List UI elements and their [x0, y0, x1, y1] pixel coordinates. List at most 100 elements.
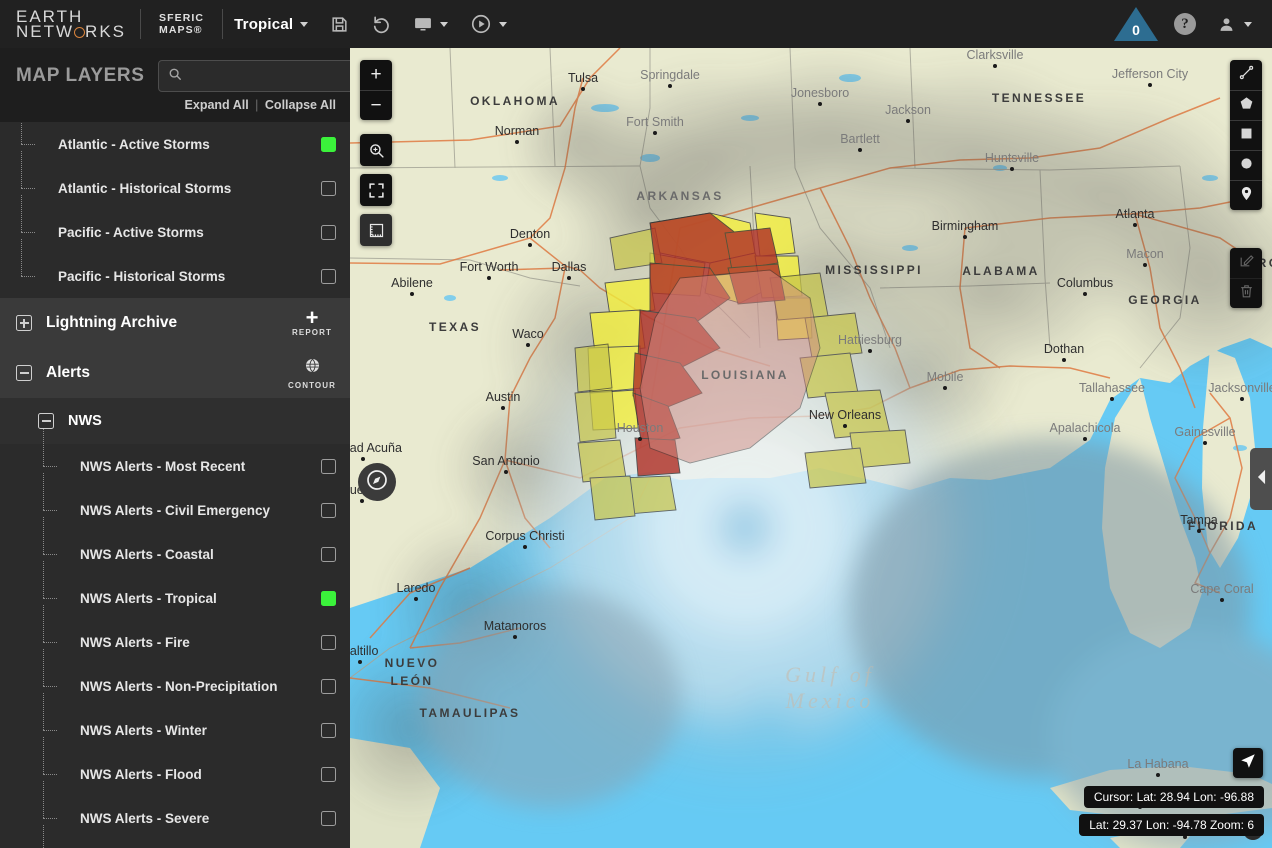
map-city-dot	[358, 660, 362, 664]
zoom-controls[interactable]: + −	[360, 60, 392, 120]
locate-me-button[interactable]	[1233, 748, 1263, 778]
nws-layer-item[interactable]: NWS Alerts - Fire	[0, 605, 350, 664]
storm-layer-item[interactable]: Pacific - Historical Storms	[0, 239, 350, 298]
help-button[interactable]: ?	[1174, 13, 1196, 35]
tree-connector	[0, 561, 80, 615]
map-city-label: Bartlett	[840, 132, 880, 146]
undo-button[interactable]	[360, 0, 402, 48]
alerts-contour-button[interactable]: CONTOUR	[288, 357, 336, 390]
weather-map[interactable]: OKLAHOMA TEXAS ARKANSAS TENNESSEE MISSISSIPP…	[350, 48, 1272, 848]
lightning-archive-title: Lightning Archive	[46, 314, 178, 331]
nws-layer-item[interactable]: NWS Alerts - Coastal	[0, 517, 350, 576]
compass-icon	[365, 468, 389, 497]
lightning-archive-header[interactable]: Lightning Archive + REPORT	[0, 298, 350, 348]
collapse-minus-icon[interactable]	[38, 413, 54, 429]
layer-checkbox[interactable]	[321, 590, 336, 606]
layer-checkbox[interactable]	[321, 546, 336, 562]
map-city-label: Fort Smith	[626, 115, 684, 129]
display-settings-menu[interactable]	[402, 0, 459, 48]
nws-layer-item[interactable]: NWS Alerts - Winter	[0, 693, 350, 752]
layer-checkbox[interactable]	[321, 634, 336, 650]
map-state-label: TEXAS	[428, 320, 482, 334]
product-line-2: MAPS®	[159, 24, 203, 36]
nws-layer-item[interactable]: NWS Alerts - Non-Precipitation	[0, 649, 350, 708]
alerts-header[interactable]: Alerts CONTOUR	[0, 348, 350, 398]
map-city-label: Macon	[1126, 247, 1164, 261]
zoom-in-button[interactable]: +	[360, 60, 392, 90]
layer-checkbox[interactable]	[321, 502, 336, 518]
right-panel-toggle[interactable]	[1250, 448, 1272, 510]
nws-layer-item[interactable]: NWS Alerts - Flood	[0, 737, 350, 796]
lightning-report-button[interactable]: + REPORT	[288, 306, 336, 337]
monitor-icon	[413, 14, 433, 34]
fullscreen-button[interactable]	[360, 174, 392, 206]
collapse-all-link[interactable]: Collapse All	[265, 98, 336, 112]
map-city-label: Tampa	[1180, 513, 1218, 527]
map-city-label: Atlanta	[1115, 207, 1155, 221]
nws-layer-item[interactable]: NWS Alerts - Severe	[0, 781, 350, 840]
map-city-label: Jonesboro	[790, 86, 850, 100]
map-city-dot	[513, 635, 517, 639]
layer-checkbox[interactable]	[321, 224, 336, 240]
expand-all-link[interactable]: Expand All	[185, 98, 249, 112]
layer-checkbox[interactable]	[321, 136, 336, 152]
alert-count-badge[interactable]: 0	[1114, 7, 1158, 41]
layer-checkbox[interactable]	[321, 180, 336, 196]
nws-layer-item[interactable]: NWS Alerts - Most Recent	[0, 429, 350, 488]
storm-layer-item[interactable]: Atlantic - Historical Storms	[0, 151, 350, 210]
map-city-label: La Habana	[1127, 757, 1189, 771]
layer-checkbox[interactable]	[321, 678, 336, 694]
storm-layer-item[interactable]: Atlantic - Active Storms	[0, 122, 350, 166]
expand-plus-icon[interactable]	[16, 315, 32, 331]
layer-checkbox[interactable]	[321, 722, 336, 738]
draw-circle-icon	[1238, 155, 1255, 177]
tree-connector	[0, 737, 80, 791]
map-city-dot	[1203, 441, 1207, 445]
draw-circle-button[interactable]	[1230, 150, 1262, 180]
draw-marker-button[interactable]	[1230, 180, 1262, 210]
compass-button[interactable]	[358, 463, 396, 501]
locate-arrow-icon	[1239, 752, 1257, 775]
layer-checkbox[interactable]	[321, 766, 336, 782]
layer-tree[interactable]: Atlantic - Active Storms Atlantic - Histo…	[0, 122, 350, 848]
nws-header[interactable]: NWS	[0, 398, 350, 444]
map-city-label: Fort Worth	[459, 260, 519, 274]
delete-shape-button[interactable]	[1230, 278, 1262, 308]
edit-shape-button[interactable]	[1230, 248, 1262, 278]
measure-tool-button[interactable]	[360, 214, 392, 246]
nws-layer-item[interactable]: NWS Alerts - Tropical	[0, 561, 350, 620]
nws-layer-item[interactable]: NWS Alerts - Civil Emergency	[0, 473, 350, 532]
map-city-dot	[414, 597, 418, 601]
map-city-dot	[1220, 598, 1224, 602]
view-selector[interactable]: Tropical	[223, 0, 319, 48]
edit-tools-toolbar[interactable]	[1230, 248, 1262, 308]
zoom-out-button[interactable]: −	[360, 90, 392, 120]
draw-line-button[interactable]	[1230, 60, 1262, 90]
search-input[interactable]	[189, 68, 350, 84]
map-city-dot	[487, 276, 491, 280]
draw-polygon-button[interactable]	[1230, 90, 1262, 120]
map-city-dot	[528, 243, 532, 247]
draw-tools-toolbar[interactable]	[1230, 60, 1262, 210]
zoom-search-button[interactable]	[360, 134, 392, 166]
draw-rectangle-button[interactable]	[1230, 120, 1262, 150]
map-city-dot	[843, 424, 847, 428]
map-city-dot	[360, 499, 364, 503]
map-city-label: Hattiesburg	[838, 333, 902, 347]
collapse-minus-icon[interactable]	[16, 365, 32, 381]
animation-play-menu[interactable]	[459, 0, 518, 48]
map-city-dot	[818, 102, 822, 106]
layer-search-box[interactable]	[158, 60, 350, 92]
layer-checkbox[interactable]	[321, 810, 336, 826]
map-state-label: LEÓN	[390, 674, 434, 688]
map-city-label: Mobile	[926, 370, 964, 384]
map-state-label: OKLAHOMA	[470, 94, 560, 108]
storm-layer-items: Atlantic - Active Storms Atlantic - Histo…	[0, 122, 350, 298]
user-account-menu[interactable]	[1218, 16, 1252, 33]
storm-layer-item[interactable]: Pacific - Active Storms	[0, 195, 350, 254]
save-button[interactable]	[319, 0, 360, 48]
earth-networks-logo[interactable]: EARTH NETW RKS	[0, 0, 140, 48]
layer-checkbox[interactable]	[321, 458, 336, 474]
nws-layer-item[interactable]: NWS Alerts - Special Weather Statement	[0, 825, 350, 848]
layer-checkbox[interactable]	[321, 268, 336, 284]
